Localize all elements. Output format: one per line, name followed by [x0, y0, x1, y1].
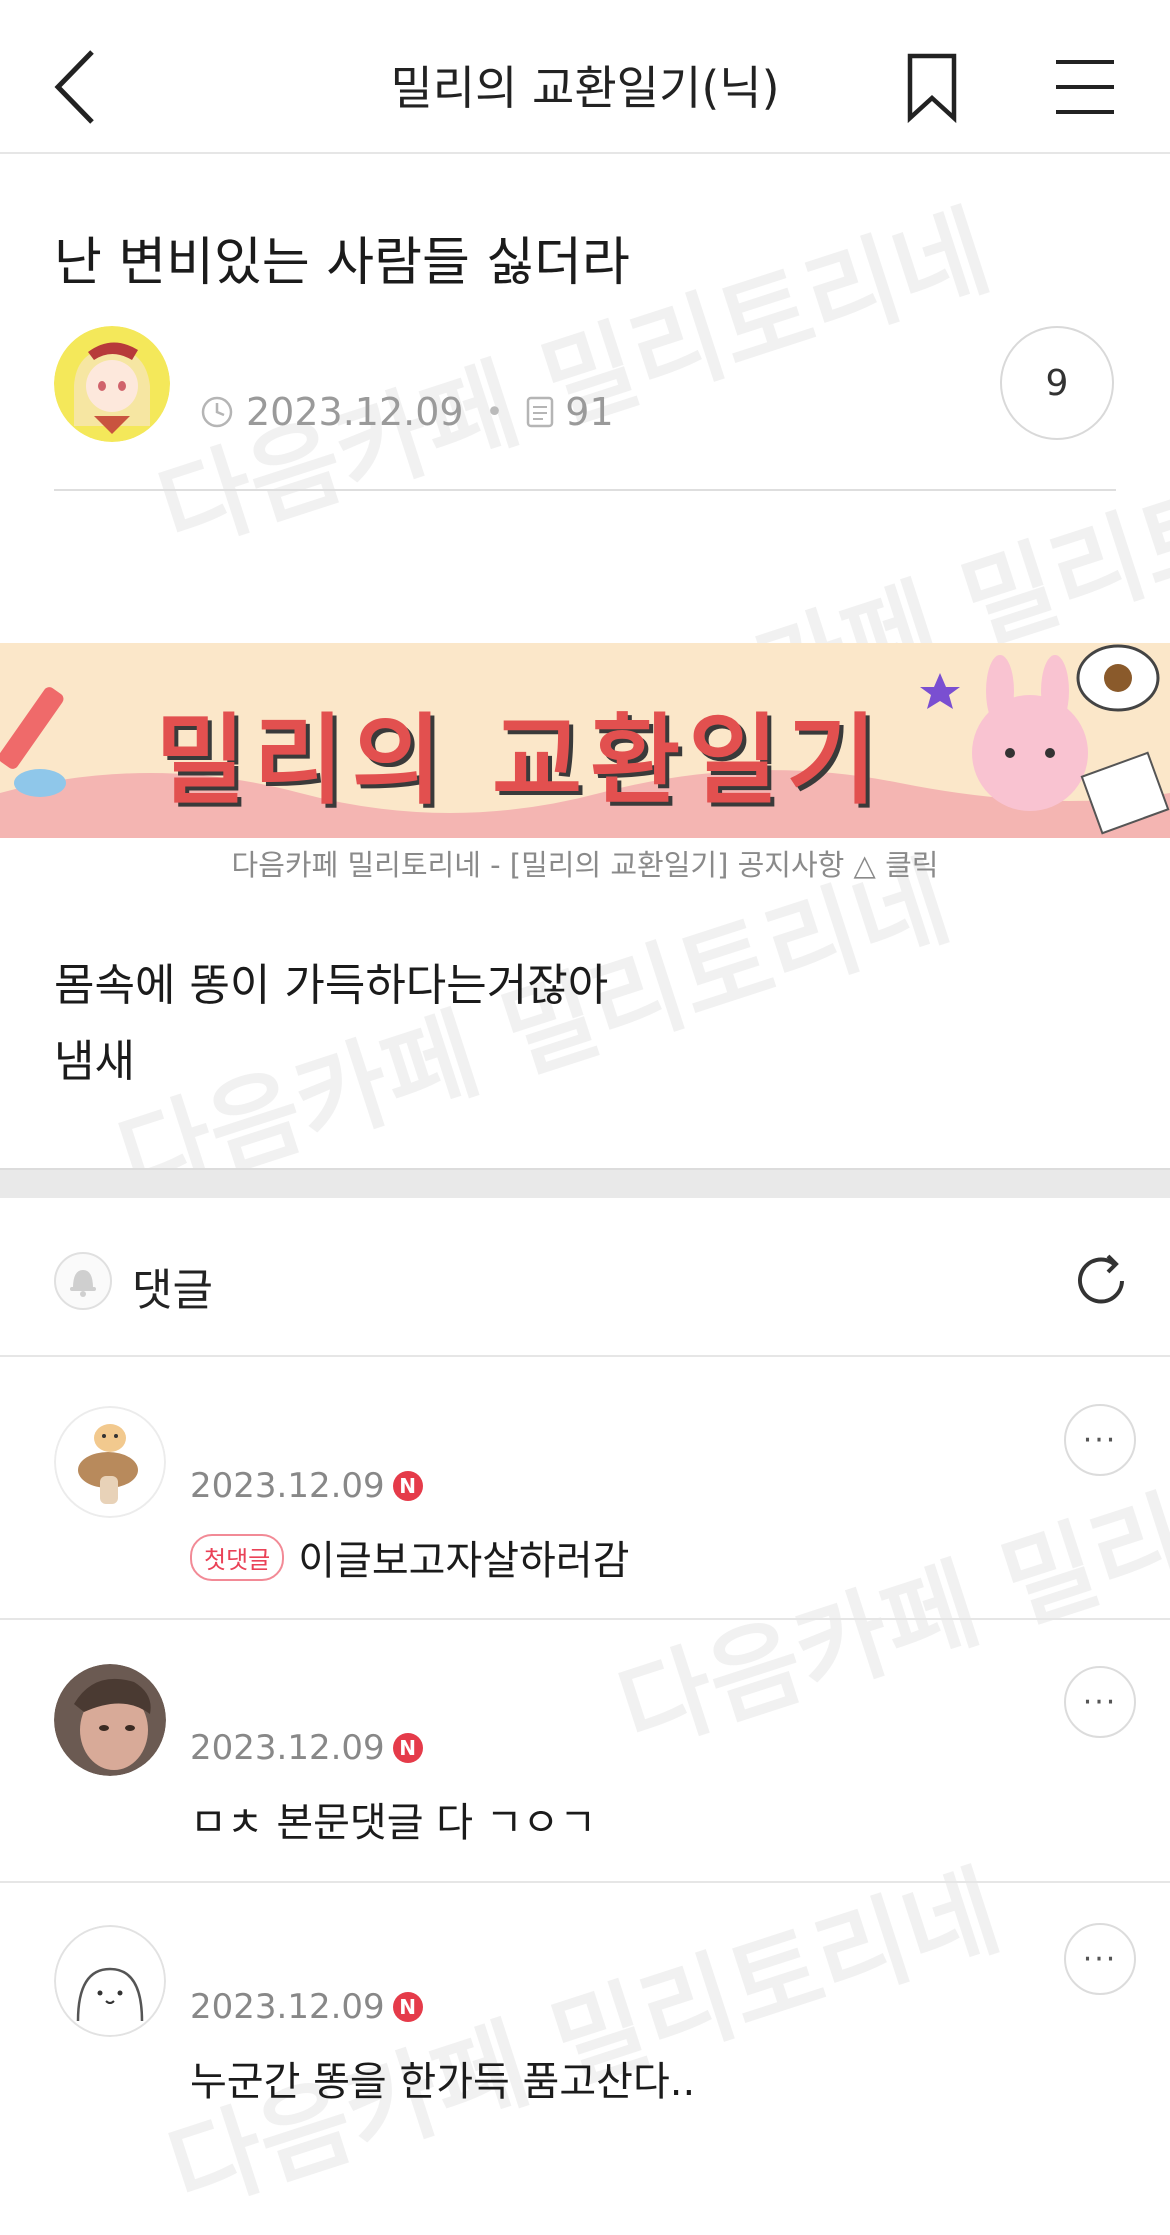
view-count: 91	[565, 390, 614, 434]
avatar-image	[54, 326, 170, 442]
post-meta: 2023.12.09 • 91	[200, 390, 614, 434]
clock-icon	[201, 396, 233, 428]
bookmark-icon	[907, 53, 957, 124]
banner-caption[interactable]: 다음카페 밀리토리네 - [밀리의 교환일기] 공지사항 △ 클릭	[0, 842, 1170, 884]
section-separator	[0, 1168, 1170, 1198]
banner-title: 밀리의 교환일기	[155, 704, 885, 818]
new-badge: N	[392, 1471, 423, 1501]
commenter-avatar[interactable]	[54, 1925, 166, 2037]
comments-label: 댓글	[132, 1265, 213, 1316]
commenter-avatar[interactable]	[54, 1406, 166, 1518]
comment-text: 누군간 똥을 한가득 품고산다..	[190, 2059, 696, 2105]
cafe-banner[interactable]: 밀리의 교환일기	[0, 643, 1170, 838]
refresh-button[interactable]	[1068, 1248, 1134, 1314]
post-body: 몸속에 똥이 가득하다는거잖아 냄새	[54, 948, 608, 1100]
view-count-icon	[527, 396, 554, 428]
commenter-avatar[interactable]	[54, 1664, 166, 1776]
hamburger-menu-icon	[1056, 60, 1114, 114]
post-date: 2023.12.09	[246, 390, 464, 434]
meta-separator: •	[485, 394, 504, 430]
bell-icon	[70, 1270, 96, 1297]
comment-date: 2023.12.09 N	[190, 1728, 423, 1768]
comment-item: 2023.12.09 N 누군간 똥을 한가득 품고산다.. ···	[0, 1883, 1170, 2130]
comment-text: 첫댓글 이글보고자살하러감	[190, 1528, 629, 1586]
new-badge: N	[392, 1992, 423, 2022]
cafe-board-title[interactable]: 밀리의 교환일기(닉)	[300, 52, 870, 118]
comment-text: ㅁㅊ 본문댓글 다 ㄱㅇㄱ	[190, 1800, 597, 1846]
comment-date: 2023.12.09 N	[190, 1466, 423, 1506]
top-bar: 밀리의 교환일기(닉)	[0, 0, 1170, 154]
comment-date: 2023.12.09 N	[190, 1987, 423, 2027]
bookmark-button[interactable]	[900, 52, 964, 124]
divider	[0, 1355, 1170, 1357]
more-options-button[interactable]: ···	[1064, 1666, 1136, 1738]
chevron-left-icon	[54, 50, 94, 124]
comment-item: 2023.12.09 N ㅁㅊ 본문댓글 다 ㄱㅇㄱ ···	[0, 1620, 1170, 1882]
avatar-image	[54, 1664, 166, 1776]
avatar-image	[54, 1925, 166, 2037]
back-button[interactable]	[40, 42, 110, 132]
refresh-icon	[1078, 1254, 1124, 1304]
body-line: 냄새	[54, 1036, 135, 1087]
divider	[54, 489, 1116, 491]
author-avatar[interactable]	[54, 326, 170, 442]
body-line: 몸속에 똥이 가득하다는거잖아	[54, 960, 609, 1011]
notification-bell-button[interactable]	[54, 1252, 112, 1310]
more-options-button[interactable]: ···	[1064, 1923, 1136, 1995]
post-title: 난 변비있는 사람들 싫더라	[54, 233, 630, 293]
first-comment-badge: 첫댓글	[190, 1533, 285, 1581]
menu-button[interactable]	[1052, 56, 1118, 118]
comment-item: 2023.12.09 N 첫댓글 이글보고자살하러감 ···	[0, 1358, 1170, 1618]
avatar-image	[54, 1406, 166, 1518]
new-badge: N	[392, 1733, 423, 1763]
comment-count-button[interactable]: 9	[1000, 326, 1114, 440]
more-options-button[interactable]: ···	[1064, 1404, 1136, 1476]
